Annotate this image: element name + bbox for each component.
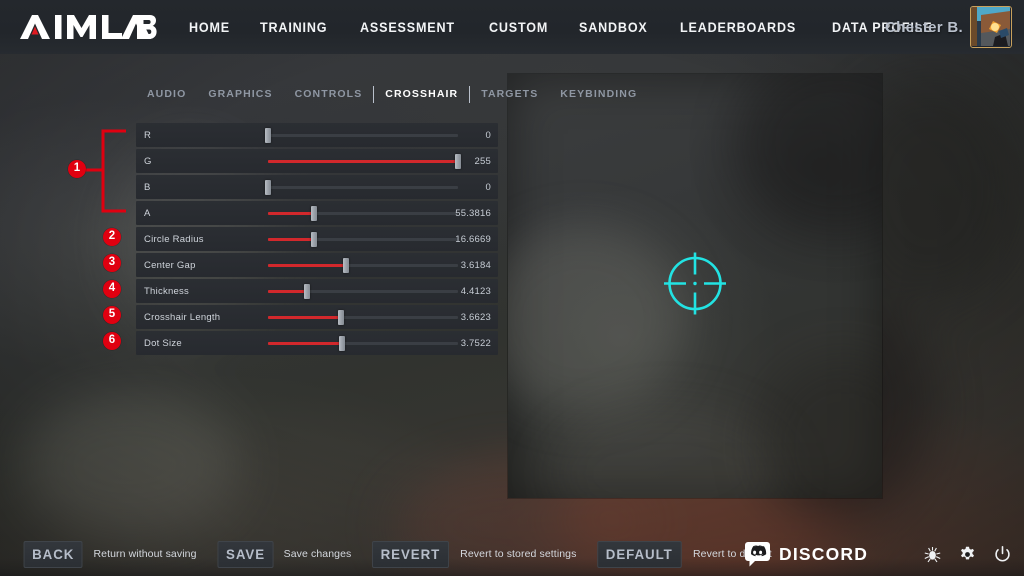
tab-graphics[interactable]: GRAPHICS (197, 84, 283, 104)
setting-row-crosshair-length[interactable]: Crosshair Length 3.6623 (136, 305, 498, 329)
tab-keybinding[interactable]: KEYBINDING (549, 84, 648, 104)
setting-value: 0 (485, 181, 491, 193)
setting-label: Dot Size (144, 337, 182, 349)
slider-handle[interactable] (265, 180, 271, 195)
setting-row-r[interactable]: R 0 (136, 123, 498, 147)
slider-track-thickness[interactable] (268, 284, 458, 299)
tab-crosshair[interactable]: CROSSHAIR (374, 84, 469, 104)
crosshair-settings-list: R 0 G 255 B 0 A 55.3816 Circle Radius 16… (136, 123, 498, 357)
power-icon[interactable] (994, 545, 1011, 563)
slider-fill (268, 316, 341, 319)
system-icon-group (924, 532, 1011, 576)
nav-item-training[interactable]: TRAINING (260, 20, 327, 35)
username-label: Chester B. (884, 18, 963, 36)
save-description: Save changes (283, 548, 352, 560)
bug-report-icon[interactable] (924, 546, 941, 563)
tab-audio[interactable]: AUDIO (136, 84, 197, 104)
revert-description: Revert to stored settings (460, 548, 577, 560)
slider-track-dot-size[interactable] (268, 336, 458, 351)
top-navigation-bar: HOME TRAINING ASSESSMENT CUSTOM SANDBOX … (0, 0, 1024, 54)
slider-handle[interactable] (337, 310, 344, 325)
slider-handle[interactable] (310, 232, 317, 247)
slider-handle[interactable] (343, 258, 350, 273)
slider-handle[interactable] (265, 128, 271, 143)
discord-link[interactable]: DISCORD (744, 532, 868, 576)
slider-track-crosshair-length[interactable] (268, 310, 458, 325)
setting-label: Circle Radius (144, 233, 204, 245)
slider-fill (268, 160, 458, 163)
nav-item-leaderboards[interactable]: LEADERBOARDS (680, 20, 796, 35)
slider-handle[interactable] (310, 206, 317, 221)
setting-value: 3.7522 (460, 337, 491, 349)
settings-tab-bar: AUDIO GRAPHICS CONTROLS CROSSHAIR TARGET… (136, 84, 648, 104)
bottom-action-bar: BACK Return without saving SAVE Save cha… (0, 532, 1024, 576)
setting-label: Center Gap (144, 259, 196, 271)
setting-label: A (144, 207, 151, 219)
setting-row-circle-radius[interactable]: Circle Radius 16.6669 (136, 227, 498, 251)
avatar[interactable] (970, 6, 1012, 48)
slider-track-circle-radius[interactable] (268, 232, 458, 247)
action-button-group: BACK Return without saving SAVE Save cha… (22, 540, 791, 568)
nav-item-sandbox[interactable]: SANDBOX (579, 20, 648, 35)
save-button[interactable]: SAVE (217, 540, 274, 568)
slider-fill (268, 212, 314, 215)
back-button[interactable]: BACK (23, 540, 83, 568)
crosshair-preview (656, 245, 734, 328)
tab-controls[interactable]: CONTROLS (284, 84, 374, 104)
slider-track-g[interactable] (268, 154, 461, 169)
slider-handle[interactable] (303, 284, 310, 299)
setting-label: B (144, 181, 151, 193)
nav-item-custom[interactable]: CUSTOM (489, 20, 548, 35)
crosshair-preview-panel (508, 74, 882, 498)
setting-label: R (144, 129, 152, 141)
setting-row-center-gap[interactable]: Center Gap 3.6184 (136, 253, 498, 277)
setting-value: 0 (485, 129, 491, 141)
nav-item-assessment[interactable]: ASSESSMENT (360, 20, 455, 35)
discord-icon (745, 541, 770, 566)
setting-value: 16.6669 (455, 233, 491, 245)
aimlab-logo[interactable] (18, 0, 158, 54)
setting-value: 55.3816 (455, 207, 491, 219)
default-button[interactable]: DEFAULT (597, 540, 682, 568)
setting-label: G (144, 155, 152, 167)
nav-item-home[interactable]: HOME (189, 20, 230, 35)
setting-value: 3.6623 (460, 311, 491, 323)
setting-value: 255 (474, 155, 491, 167)
setting-value: 4.4123 (460, 285, 491, 297)
setting-row-g[interactable]: G 255 (136, 149, 498, 173)
slider-fill (268, 264, 347, 267)
setting-label: Crosshair Length (144, 311, 221, 323)
gear-icon[interactable] (959, 546, 976, 563)
slider-track-center-gap[interactable] (268, 258, 458, 273)
slider-fill (268, 238, 314, 241)
slider-track-a[interactable] (268, 206, 458, 221)
setting-value: 3.6184 (460, 259, 491, 271)
user-profile-area[interactable]: Chester B. (885, 0, 1012, 54)
slider-handle[interactable] (338, 336, 345, 351)
slider-fill (268, 342, 342, 345)
setting-row-b[interactable]: B 0 (136, 175, 498, 199)
setting-row-dot-size[interactable]: Dot Size 3.7522 (136, 331, 498, 355)
back-description: Return without saving (93, 548, 197, 560)
discord-label: DISCORD (779, 543, 869, 564)
slider-fill (268, 290, 307, 293)
revert-button[interactable]: REVERT (372, 540, 450, 568)
setting-row-thickness[interactable]: Thickness 4.4123 (136, 279, 498, 303)
main-menu: HOME TRAINING ASSESSMENT CUSTOM SANDBOX … (189, 20, 940, 35)
setting-label: Thickness (144, 285, 190, 297)
slider-handle[interactable] (455, 154, 461, 169)
slider-track-b[interactable] (265, 180, 458, 195)
setting-row-a[interactable]: A 55.3816 (136, 201, 498, 225)
tab-targets[interactable]: TARGETS (470, 84, 549, 104)
slider-track-r[interactable] (265, 128, 458, 143)
